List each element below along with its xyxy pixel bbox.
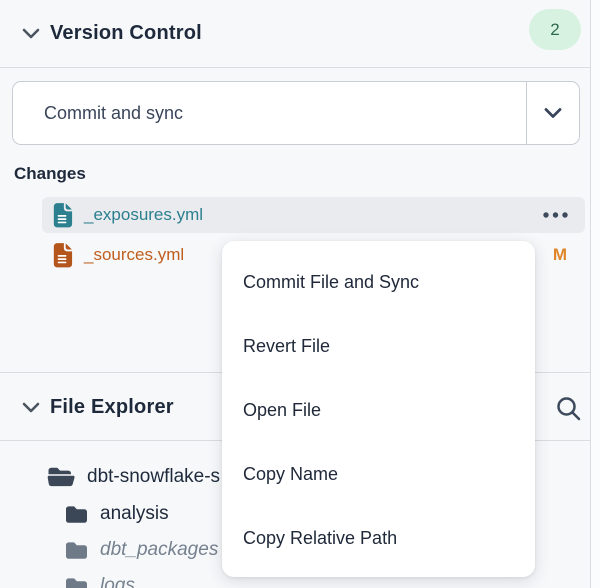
- changes-section-label: Changes: [14, 164, 86, 184]
- tree-item-label[interactable]: dbt_packages: [100, 539, 218, 561]
- tree-item-dbt-packages[interactable]: dbt_packages: [64, 532, 218, 568]
- changes-count-badge: 2: [529, 9, 581, 50]
- modified-status-badge: M: [553, 245, 567, 265]
- file-more-options-button[interactable]: [542, 211, 569, 219]
- folder-icon: [64, 504, 89, 525]
- tree-item-label[interactable]: dbt-snowflake-s: [87, 466, 220, 488]
- menu-item-revert-file[interactable]: Revert File: [222, 314, 535, 378]
- menu-item-commit-file-and-sync[interactable]: Commit File and Sync: [222, 250, 535, 314]
- yml-file-icon: [52, 202, 73, 228]
- search-icon: [555, 395, 582, 422]
- file-explorer-title: File Explorer: [50, 373, 174, 441]
- yml-file-icon: [52, 242, 73, 268]
- ellipsis-icon: [542, 211, 569, 219]
- version-control-header[interactable]: Version Control 2: [0, 0, 590, 68]
- changed-file-row-exposures[interactable]: _exposures.yml: [42, 197, 585, 233]
- folder-icon: [64, 540, 89, 561]
- folder-open-icon: [46, 465, 76, 489]
- tree-item-label[interactable]: logs: [100, 575, 135, 588]
- tree-item-logs[interactable]: logs: [64, 568, 135, 588]
- folder-icon: [64, 576, 89, 588]
- menu-item-open-file[interactable]: Open File: [222, 378, 535, 442]
- menu-item-copy-relative-path[interactable]: Copy Relative Path: [222, 506, 535, 570]
- chevron-down-icon[interactable]: [20, 23, 42, 45]
- version-control-panel: Version Control 2 Commit and sync Change…: [0, 0, 600, 588]
- chevron-down-icon: [540, 100, 566, 126]
- file-context-menu: Commit File and Sync Revert File Open Fi…: [222, 241, 535, 577]
- commit-and-sync-label[interactable]: Commit and sync: [44, 82, 183, 144]
- version-control-title: Version Control: [50, 0, 202, 67]
- commit-options-toggle[interactable]: [526, 82, 579, 144]
- menu-item-copy-name[interactable]: Copy Name: [222, 442, 535, 506]
- file-search-button[interactable]: [554, 394, 582, 422]
- tree-item-label[interactable]: analysis: [100, 503, 169, 525]
- changed-file-name[interactable]: _exposures.yml: [84, 205, 542, 225]
- chevron-down-icon[interactable]: [20, 397, 42, 419]
- panel-right-edge: [590, 0, 600, 588]
- commit-and-sync-button[interactable]: Commit and sync: [12, 81, 580, 145]
- tree-item-analysis[interactable]: analysis: [64, 496, 169, 532]
- tree-item-project-root[interactable]: dbt-snowflake-s: [46, 459, 220, 495]
